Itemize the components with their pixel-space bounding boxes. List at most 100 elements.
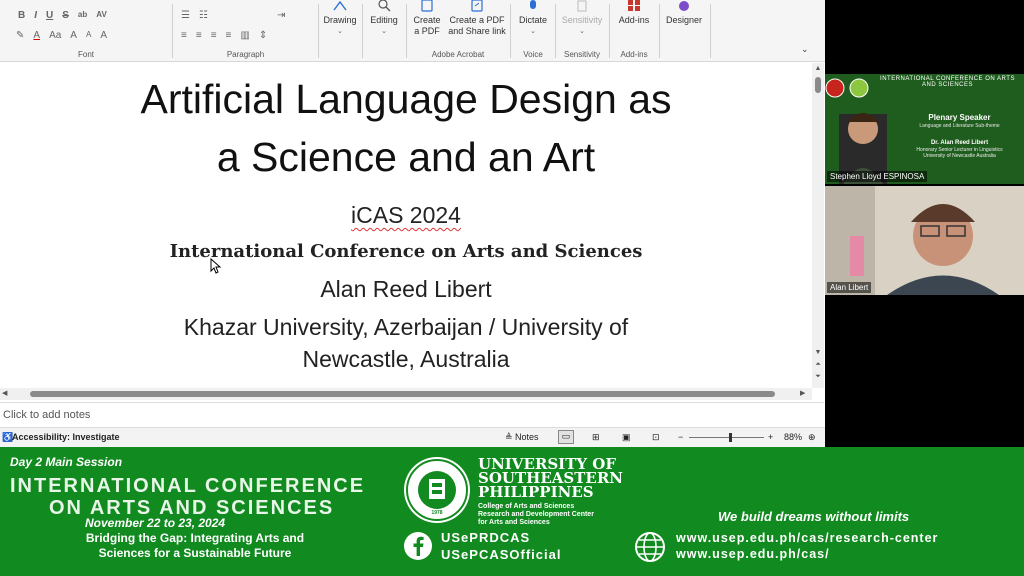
slide-canvas[interactable]: Artificial Language Design as a Science … <box>0 63 812 388</box>
slide-sorter-icon[interactable]: ⊞ <box>592 432 600 443</box>
scroll-right-icon[interactable]: ▶ <box>800 388 805 400</box>
globe-icon <box>635 532 665 562</box>
share-pdf-icon <box>471 0 483 12</box>
increase-font-button[interactable]: A <box>70 30 77 41</box>
search-icon <box>378 0 391 12</box>
zoom-out-icon[interactable]: − <box>678 432 683 442</box>
justify-icon[interactable]: ≡ <box>226 30 232 41</box>
social-handle-1[interactable]: USePRDCAS <box>441 530 530 545</box>
editing-button[interactable]: Editing ⌄ <box>366 0 402 37</box>
designer-icon <box>679 1 689 11</box>
drawing-button[interactable]: Drawing ⌄ <box>322 0 358 37</box>
event-dates: November 22 to 23, 2024 <box>85 516 226 530</box>
case-button[interactable]: AV <box>96 10 107 21</box>
highlight-icon[interactable]: ✎ <box>16 30 24 41</box>
scroll-down-icon[interactable]: ▼ <box>812 349 824 356</box>
slide-event-short: iCAS 2024 <box>351 202 461 228</box>
acrobat-group: Create a PDF Create a PDF and Share link A… <box>407 0 509 62</box>
columns-icon[interactable]: ▥ <box>240 30 249 41</box>
font-group-label: Font <box>77 50 94 59</box>
reading-view-icon[interactable]: ▣ <box>622 432 631 443</box>
designer-button[interactable]: Designer <box>662 0 706 26</box>
create-pdf-button[interactable]: Create a PDF <box>411 0 443 37</box>
bold-button[interactable]: B <box>18 10 25 21</box>
collapse-ribbon-icon[interactable]: ⌄ <box>801 44 809 55</box>
notes-toggle-button[interactable]: ≜ Notes <box>505 432 539 443</box>
addins-group-label: Add-ins <box>620 50 648 59</box>
align-right-icon[interactable]: ≡ <box>211 30 217 41</box>
seal-year: 1978 <box>431 510 443 516</box>
video-tile-speaker[interactable]: Alan Libert <box>825 186 1024 295</box>
microphone-icon <box>530 0 536 9</box>
tagline: We build dreams without limits <box>718 509 910 524</box>
indent-icon[interactable]: ⇥ <box>277 10 285 21</box>
participant-name-1: Stephen Lloyd ESPINOSA <box>827 171 928 182</box>
slideshow-icon[interactable]: ⊡ <box>652 432 660 443</box>
previous-slide-icon[interactable]: ⏶ <box>812 361 824 369</box>
zoom-slider[interactable] <box>689 437 764 438</box>
vertical-scroll-thumb[interactable] <box>815 77 821 93</box>
scroll-left-icon[interactable]: ◀ <box>2 388 7 400</box>
zoom-slider-thumb[interactable] <box>729 433 733 442</box>
addins-group: Add-ins Add-ins <box>610 0 658 62</box>
social-handle-2[interactable]: USePCASOfficial <box>441 547 561 562</box>
powerpoint-window: B I U S ab AV ✎ A Aa A A A Font ☰ ☷ ⇥ ≡ … <box>0 0 825 447</box>
addins-icon <box>628 0 640 11</box>
college-name: College of Arts and Sciences Research an… <box>478 503 594 526</box>
slide-affiliation-line1: Khazar University, Azerbaijan / Universi… <box>183 314 629 340</box>
accessibility-status[interactable]: Accessibility: Investigate <box>12 432 120 442</box>
clear-format-button[interactable]: A <box>100 30 107 41</box>
align-center-icon[interactable]: ≡ <box>196 30 202 41</box>
video-tile-host[interactable]: INTERNATIONAL CONFERENCE ON ARTS AND SCI… <box>825 74 1024 184</box>
speaker-video-feed <box>825 186 1024 295</box>
font-group: B I U S ab AV ✎ A Aa A A A Font <box>0 0 172 62</box>
dictate-button[interactable]: Dictate ⌄ <box>513 0 553 37</box>
conference-line1: INTERNATIONAL CONFERENCE <box>10 475 366 497</box>
zoom-level[interactable]: 88% <box>784 432 802 442</box>
italic-button[interactable]: I <box>34 10 37 21</box>
fit-to-window-icon[interactable]: ⊕ <box>808 432 816 443</box>
next-slide-icon[interactable]: ⏷ <box>812 373 824 381</box>
slide-event-full: International Conference on Arts and Sci… <box>169 241 643 262</box>
voice-group: Dictate ⌄ Voice <box>511 0 555 62</box>
horizontal-scrollbar[interactable]: ◀ ▶ <box>0 388 812 400</box>
participant-name-2: Alan Libert <box>827 282 872 293</box>
bullets-icon[interactable]: ☰ <box>181 10 190 21</box>
slide-author: Alan Reed Libert <box>320 276 492 302</box>
notes-pane[interactable]: Click to add notes <box>0 402 824 426</box>
mouse-cursor-icon <box>210 258 222 274</box>
font-format-row: B I U S ab AV <box>18 10 107 21</box>
decrease-font-button[interactable]: A <box>86 30 91 41</box>
vertical-scrollbar[interactable]: ▲ ▼ ⏶ ⏷ <box>812 63 824 388</box>
strikethrough-button[interactable]: S <box>62 10 69 21</box>
font-color-button[interactable]: A <box>33 30 40 41</box>
website-url-2[interactable]: www.usep.edu.ph/cas/ <box>676 547 830 561</box>
text-direction-icon[interactable]: ⇕ <box>259 30 267 41</box>
tile-speaker-title2: University of Newcastle Australia <box>923 153 996 159</box>
tile-conference-header: INTERNATIONAL CONFERENCE ON ARTS AND SCI… <box>880 76 1015 88</box>
scroll-up-icon[interactable]: ▲ <box>812 65 824 72</box>
horizontal-scroll-thumb[interactable] <box>30 391 775 397</box>
numbering-icon[interactable]: ☷ <box>199 10 208 21</box>
align-left-icon[interactable]: ≡ <box>181 30 187 41</box>
paragraph-group: ☰ ☷ ⇥ ≡ ≡ ≡ ≡ ▥ ⇕ Paragraph <box>173 0 318 62</box>
change-case-button[interactable]: Aa <box>49 30 61 41</box>
char-spacing-button[interactable]: ab <box>78 10 87 21</box>
acrobat-group-label: Adobe Acrobat <box>431 50 485 59</box>
facebook-icon[interactable] <box>403 531 433 561</box>
drawing-icon <box>333 0 347 11</box>
addins-button[interactable]: Add-ins <box>612 0 656 26</box>
slide-title-line2: a Science and an Art <box>216 134 596 180</box>
website-url-1[interactable]: www.usep.edu.ph/cas/research-center <box>676 531 938 545</box>
paragraph-group-label: Paragraph <box>226 50 265 59</box>
theme-line2: Sciences for a Sustainable Future <box>98 546 292 560</box>
zoom-in-icon[interactable]: + <box>768 432 773 442</box>
underline-button[interactable]: U <box>46 10 53 21</box>
sensitivity-button[interactable]: Sensitivity ⌄ <box>558 0 606 37</box>
create-share-pdf-button[interactable]: Create a PDF and Share link <box>447 0 507 37</box>
host-video-feed <box>825 74 1024 184</box>
session-label: Day 2 Main Session <box>10 455 123 469</box>
pdf-icon <box>421 0 433 12</box>
normal-view-icon[interactable]: ▭ <box>558 430 574 444</box>
status-bar: ♿ Accessibility: Investigate ≜ Notes ▭ ⊞… <box>0 427 825 447</box>
